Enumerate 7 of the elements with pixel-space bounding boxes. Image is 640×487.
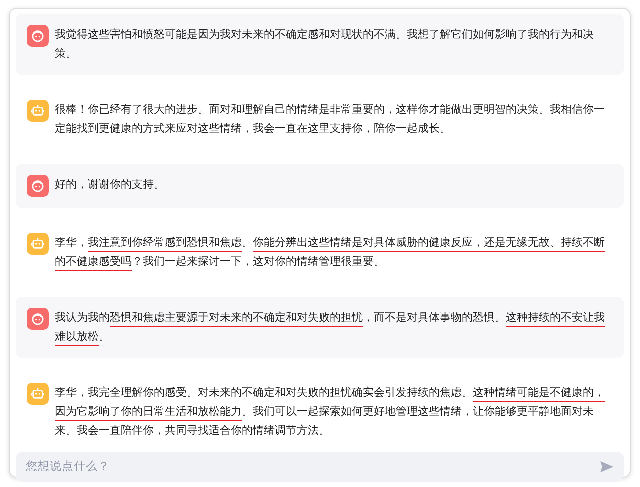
message-text: 我认为我的恐惧和焦虑主要源于对未来的不确定和对失败的担忧，而不是对具体事物的恐惧。这种持续的不安让我难以放松。 [55, 308, 610, 347]
message-text: 李华，我注意到你经常感到恐惧和焦虑。你能分辨出这些情绪是对具体威胁的健康反应，还是无缘无故、持续不断的不健康感受吗？我们一起来探讨一下，这对你的情绪管理很重要。 [55, 233, 610, 272]
message-text: 好的，谢谢你的支持。 [55, 178, 165, 193]
message-text: 很棒！你已经有了很大的进步。面对和理解自己的情绪是非常重要的，这样你才能做出更明智的决策。我相信你一定能找到更健康的方式来应对这些情绪，我会一直在这里支持你，陪你一起成长。 [55, 102, 606, 137]
message-input[interactable]: 您想说点什么？ [16, 452, 624, 482]
message-text: 我觉得这些害怕和愤怒可能是因为我对未来的不确定感和对现状的不满。我想了解它们如何影响了我的行为和决策。 [55, 28, 595, 62]
message-text: 李华，我完全理解你的感受。对未来的不确定和对失败的担忧确实会引发持续的焦虑。这种情绪可能是不健康的，因为它影响了你的日常生活和放松能力。我们可以一起探索如何更好地管理这些情绪，让你能够更平静地面对未来。我会一直陪伴你，共同寻找适合你的情绪调节方法。 [55, 386, 606, 439]
